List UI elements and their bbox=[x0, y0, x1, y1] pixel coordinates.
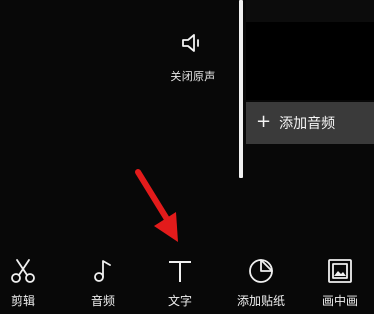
add-audio-label: 添加音频 bbox=[279, 116, 336, 132]
video-editor: 关闭原声 + 添加音频 剪辑 音频 文字 添加贴纸 画中画 bbox=[0, 0, 374, 314]
sticker-icon bbox=[246, 256, 276, 286]
picture-in-picture-icon bbox=[325, 256, 355, 286]
video-track[interactable] bbox=[246, 22, 374, 100]
add-audio-button[interactable]: + 添加音频 bbox=[246, 102, 374, 144]
tool-picture-in-picture-label: 画中画 bbox=[321, 294, 358, 308]
bottom-toolbar: 剪辑 音频 文字 添加贴纸 画中画 bbox=[0, 248, 374, 314]
clip-strip bbox=[246, 0, 374, 22]
tool-sticker-label: 添加贴纸 bbox=[236, 294, 285, 308]
tool-picture-in-picture[interactable]: 画中画 bbox=[303, 248, 374, 314]
plus-icon: + bbox=[256, 111, 272, 132]
text-icon bbox=[165, 256, 195, 286]
music-note-icon bbox=[88, 256, 118, 286]
tool-audio[interactable]: 音频 bbox=[66, 248, 140, 314]
tool-audio-label: 音频 bbox=[90, 294, 115, 308]
tool-cut[interactable]: 剪辑 bbox=[0, 248, 60, 314]
tool-text-label: 文字 bbox=[167, 294, 192, 308]
mute-original-audio-label: 关闭原声 bbox=[170, 70, 216, 83]
tool-cut-label: 剪辑 bbox=[10, 294, 35, 308]
tool-text[interactable]: 文字 bbox=[143, 248, 217, 314]
playhead[interactable] bbox=[239, 0, 243, 178]
scissors-icon bbox=[8, 256, 38, 286]
timeline-area: 关闭原声 + 添加音频 bbox=[0, 0, 374, 248]
tool-sticker[interactable]: 添加贴纸 bbox=[224, 248, 298, 314]
speaker-muted-icon bbox=[180, 30, 206, 60]
mute-original-audio-button[interactable]: 关闭原声 bbox=[158, 30, 228, 90]
